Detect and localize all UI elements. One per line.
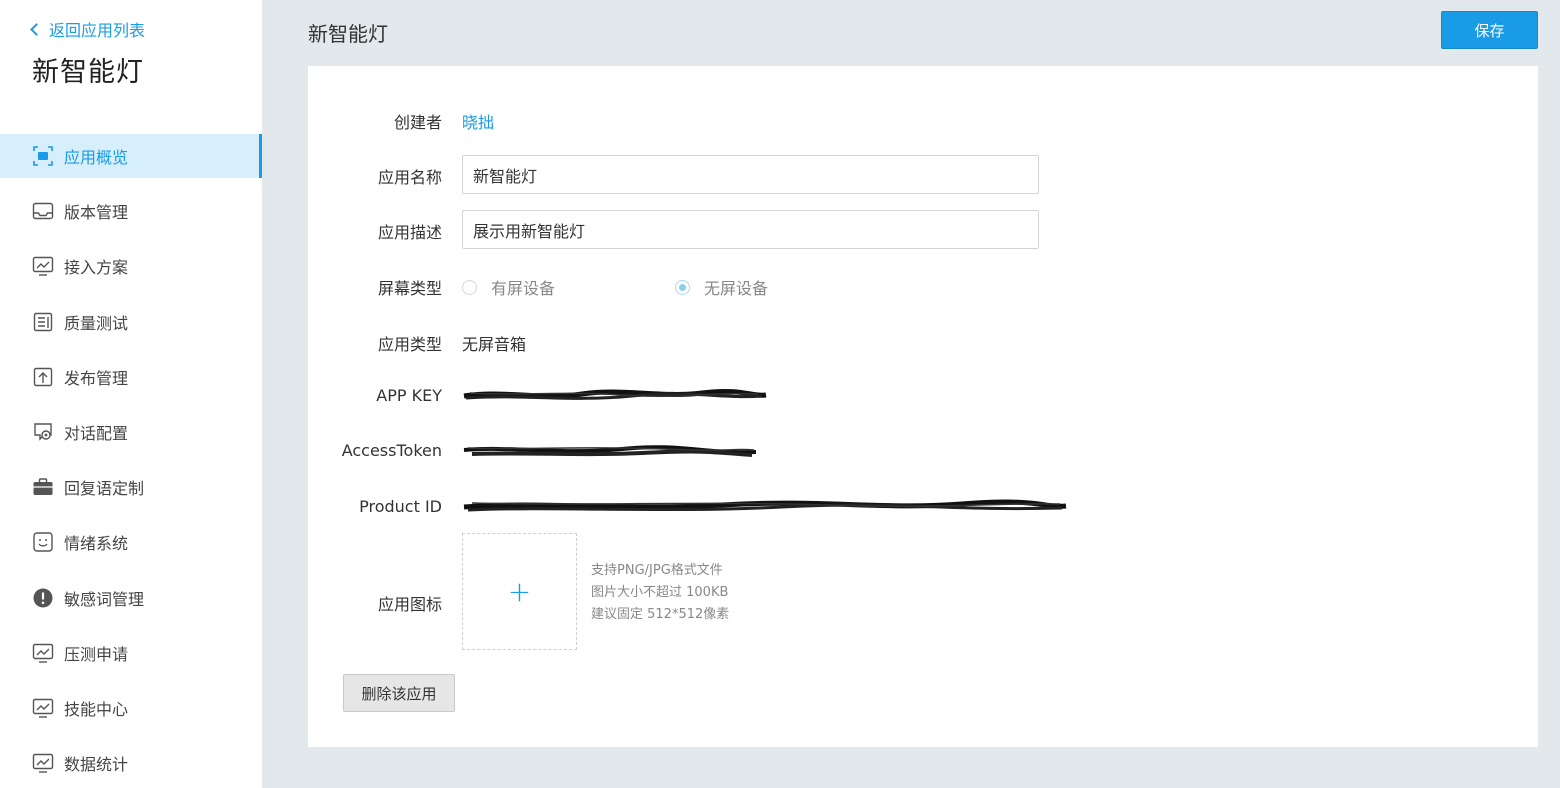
sidebar-app-title: 新智能灯 (32, 57, 144, 88)
back-to-app-list-link[interactable]: 返回应用列表 (30, 18, 146, 40)
app-type-label: 应用类型 (377, 335, 442, 354)
sidebar-item-label: 发布管理 (64, 368, 129, 388)
access-token-label: AccessToken (341, 441, 442, 460)
app-key-label: APP KEY (376, 386, 442, 405)
overview-icon (32, 145, 54, 167)
chevron-left-icon (30, 23, 43, 36)
save-button[interactable]: 保存 (1441, 11, 1538, 49)
app-key-redacted (462, 384, 772, 408)
app-type-value: 无屏音箱 (462, 335, 527, 354)
sidebar-item-label: 应用概览 (64, 148, 129, 167)
app-desc-input[interactable] (462, 210, 1039, 249)
monitor-chart-icon (32, 642, 54, 664)
sidebar-item-label: 数据统计 (64, 755, 129, 775)
sidebar-item-version[interactable]: 版本管理 (0, 189, 262, 233)
sidebar-nav: 应用概览 版本管理 接入方案 质量测试 发布管理 对话配置 回复语定制 情绪系统… (0, 134, 262, 788)
creator-link[interactable]: 晓拙 (462, 109, 494, 133)
sidebar-item-reply[interactable]: 回复语定制 (0, 465, 262, 509)
inbox-icon (32, 200, 54, 222)
radio-label: 有屏设备 (491, 279, 556, 298)
upload-hint-dimension: 建议固定 512*512像素 (591, 607, 730, 622)
upload-hint-format: 支持PNG/JPG格式文件 (591, 563, 723, 578)
delete-app-button[interactable]: 删除该应用 (343, 674, 455, 712)
sidebar-item-label: 情绪系统 (64, 534, 129, 554)
app-desc-label: 应用描述 (377, 223, 442, 242)
app-name-input[interactable] (462, 155, 1039, 194)
screen-radio-no-screen[interactable]: 无屏设备 (675, 275, 768, 299)
briefcase-icon (32, 476, 54, 498)
sidebar-item-stats[interactable]: 数据统计 (0, 741, 262, 785)
monitor-chart-icon (32, 752, 54, 774)
sidebar: 返回应用列表 新智能灯 应用概览 版本管理 接入方案 质量测试 发布管理 对话配… (0, 0, 262, 788)
document-icon (32, 311, 54, 333)
upload-hint-size: 图片大小不超过 100KB (591, 585, 729, 600)
sidebar-item-skills[interactable]: 技能中心 (0, 686, 262, 730)
sidebar-item-label: 压测申请 (64, 644, 129, 664)
sidebar-item-label: 接入方案 (64, 258, 129, 278)
app-name-label: 应用名称 (377, 168, 442, 187)
sidebar-item-label: 质量测试 (64, 313, 129, 333)
upload-icon (32, 366, 54, 388)
sidebar-item-stress[interactable]: 压测申请 (0, 631, 262, 675)
alert-icon (32, 587, 54, 609)
page-title: 新智能灯 (308, 22, 388, 46)
sidebar-item-label: 回复语定制 (64, 479, 145, 499)
app-info-card: 创建者 晓拙 应用名称 应用描述 屏幕类型 有屏设备 无屏设备 应用类型 无屏音… (308, 66, 1538, 747)
sidebar-item-label: 对话配置 (64, 423, 129, 443)
radio-dot-selected (675, 279, 690, 295)
back-link-label: 返回应用列表 (49, 21, 146, 40)
sidebar-item-quality[interactable]: 质量测试 (0, 300, 262, 344)
sidebar-item-label: 敏感词管理 (64, 589, 145, 609)
access-token-redacted (462, 440, 762, 464)
monitor-chart-icon (32, 255, 54, 277)
product-id-label: Product ID (359, 497, 442, 516)
app-icon-label: 应用图标 (377, 595, 442, 614)
monitor-chart-icon (32, 697, 54, 719)
radio-label: 无屏设备 (704, 279, 769, 298)
creator-label: 创建者 (393, 113, 442, 132)
chat-gear-icon (32, 421, 54, 443)
sidebar-item-emotion[interactable]: 情绪系统 (0, 520, 262, 564)
sidebar-item-overview[interactable]: 应用概览 (0, 134, 262, 178)
plus-icon: + (507, 575, 532, 608)
screen-type-label: 屏幕类型 (377, 279, 442, 298)
sidebar-item-sensitive[interactable]: 敏感词管理 (0, 576, 262, 620)
sidebar-item-dialog[interactable]: 对话配置 (0, 410, 262, 454)
sidebar-item-release[interactable]: 发布管理 (0, 355, 262, 399)
product-id-redacted (462, 495, 1072, 519)
sidebar-item-label: 版本管理 (64, 203, 129, 223)
sidebar-item-label: 技能中心 (64, 699, 129, 719)
smile-icon (32, 531, 54, 553)
icon-upload-box[interactable]: + (462, 533, 577, 650)
radio-dot (462, 279, 477, 295)
screen-radio-with-screen[interactable]: 有屏设备 (462, 275, 555, 299)
sidebar-item-access[interactable]: 接入方案 (0, 244, 262, 288)
